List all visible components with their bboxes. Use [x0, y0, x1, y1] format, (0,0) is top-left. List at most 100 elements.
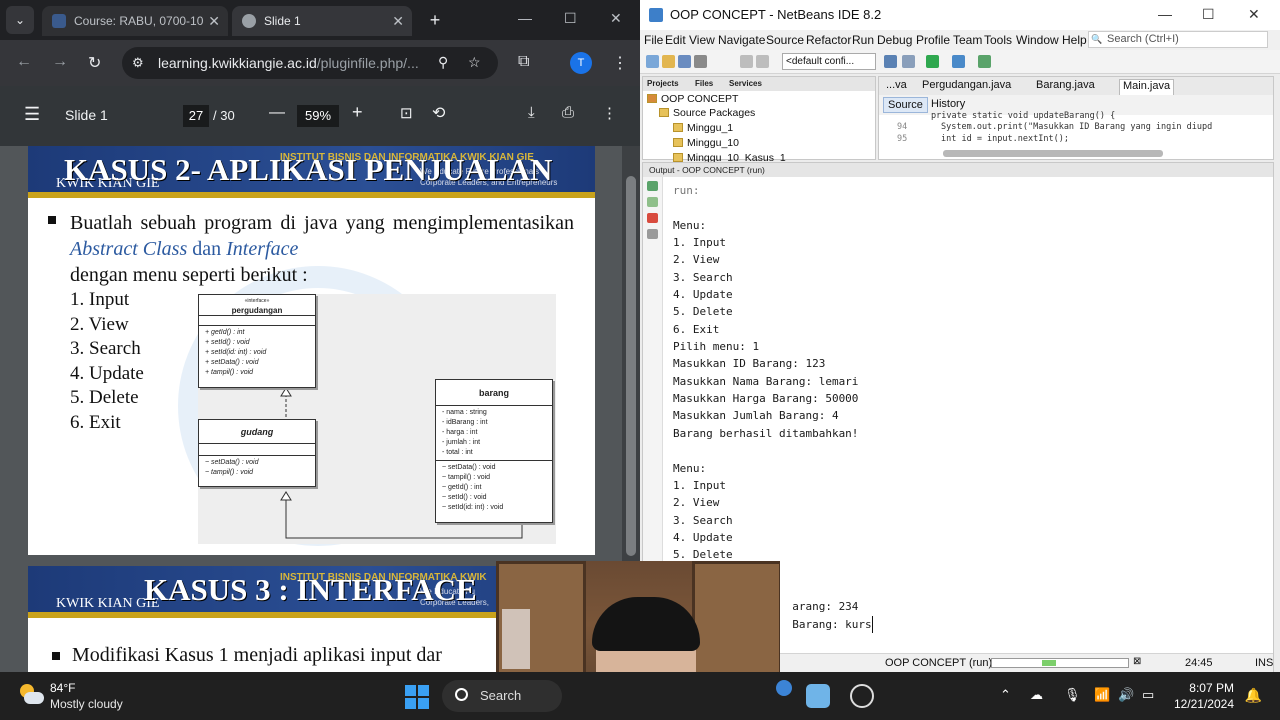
ide-search-input[interactable]: Search (Ctrl+I) [1088, 31, 1268, 48]
chrome-app-icon[interactable] [776, 680, 792, 696]
editor-tab-main[interactable]: Main.java [1119, 79, 1175, 95]
obs-app-icon[interactable] [850, 684, 874, 708]
page-number-input[interactable]: 27 [183, 105, 209, 127]
undo-icon[interactable] [740, 55, 753, 68]
cancel-task-icon[interactable]: ⊠ [1133, 656, 1141, 667]
browser-menu-dots-icon[interactable]: ⋮ [612, 53, 628, 73]
battery-icon[interactable]: ▭ [1142, 687, 1154, 703]
tab-slide[interactable]: Slide 1 ✕ [232, 6, 412, 36]
zoom-in-icon[interactable]: + [352, 102, 363, 123]
address-bar[interactable]: ⚙ learning.kwikkiangie.ac.id/pluginfile.… [122, 47, 498, 79]
menu-window[interactable]: Window [1016, 33, 1059, 47]
console-line: 5. Delete [673, 305, 733, 319]
menu-edit[interactable]: Edit [665, 33, 686, 47]
tree-node-package[interactable]: Minggu_10 [673, 137, 739, 149]
back-arrow-icon[interactable]: ← [16, 53, 32, 71]
menu-refactor[interactable]: Refactor [806, 33, 851, 47]
pdf-sidebar-menu-icon[interactable]: ☰ [24, 104, 40, 125]
scrollbar-thumb[interactable] [626, 176, 636, 556]
notification-bell-icon[interactable]: 🔔 [1245, 687, 1262, 704]
source-button[interactable]: Source [883, 97, 928, 113]
projects-panel-tabs: Projects Files Services [643, 77, 875, 91]
menu-source[interactable]: Source [766, 33, 804, 47]
close-tab-icon[interactable]: ✕ [392, 6, 404, 36]
start-windows-icon[interactable] [405, 685, 429, 709]
zoom-out-icon[interactable]: — [269, 104, 285, 122]
menu-profile[interactable]: Profile [916, 33, 950, 47]
editor-horizontal-scrollbar[interactable] [943, 150, 1163, 157]
build-hammer-icon[interactable] [884, 55, 897, 68]
code-area[interactable]: private static void updateBarang() { 94 … [879, 111, 1273, 145]
bookmark-star-icon[interactable]: ☆ [468, 54, 481, 71]
tab-course[interactable]: Course: RABU, 0700-10 ✕ [42, 6, 228, 36]
pdf-more-dots-icon[interactable]: ⋮ [602, 104, 617, 122]
extensions-puzzle-icon[interactable]: ⧉ [518, 53, 529, 71]
microphone-icon[interactable]: 🎙 [1064, 687, 1081, 703]
print-icon[interactable]: ⎙ [562, 104, 574, 121]
reload-icon[interactable]: ↻ [88, 53, 101, 73]
menu-debug[interactable]: Debug [877, 33, 912, 47]
rerun-different-icon[interactable] [647, 197, 658, 207]
close-window-icon[interactable]: ✕ [1248, 6, 1260, 23]
menu-file[interactable]: File [644, 33, 663, 47]
new-file-icon[interactable] [646, 55, 659, 68]
debug-icon[interactable] [952, 55, 965, 68]
tab-services[interactable]: Services [729, 79, 762, 88]
menu-navigate[interactable]: Navigate [718, 33, 765, 47]
minimize-icon[interactable]: — [1158, 6, 1172, 22]
chevron-up-icon[interactable]: ⌃ [1000, 687, 1011, 703]
volume-icon[interactable]: 🔊 [1118, 687, 1134, 703]
menu-run[interactable]: Run [852, 33, 874, 47]
menu-team[interactable]: Team [953, 33, 982, 47]
url-text: learning.kwikkiangie.ac.id/pluginfile.ph… [158, 55, 419, 71]
open-project-icon[interactable] [678, 55, 691, 68]
profile-avatar[interactable]: T [570, 52, 592, 74]
menu-view[interactable]: View [689, 33, 715, 47]
maximize-icon[interactable]: ☐ [1202, 6, 1215, 23]
clean-build-icon[interactable] [902, 55, 915, 68]
stop-icon[interactable] [647, 213, 658, 223]
redo-icon[interactable] [756, 55, 769, 68]
menu-help[interactable]: Help [1062, 33, 1087, 47]
editor-tab[interactable]: ...va [883, 79, 910, 95]
editor-tab-pergudangan[interactable]: Pergudangan.java [919, 79, 1014, 95]
caret-position: 24:45 [1185, 657, 1213, 669]
download-icon[interactable]: ⤓ [528, 104, 535, 121]
new-tab-plus-icon[interactable]: + [424, 9, 446, 31]
minimize-icon[interactable]: — [518, 10, 532, 26]
config-select[interactable]: <default confi... [782, 53, 876, 70]
cloud-sync-icon[interactable]: ☁ [1030, 687, 1043, 703]
new-project-icon[interactable] [662, 55, 675, 68]
profile-icon[interactable] [978, 55, 991, 68]
close-tab-icon[interactable]: ✕ [208, 6, 220, 36]
clock[interactable]: 8:07 PM 12/21/2024 [1174, 680, 1234, 712]
taskbar-search[interactable]: Search [442, 680, 562, 712]
tab-projects[interactable]: Projects [647, 79, 679, 88]
tab-search-chevron-icon[interactable]: ⌄ [6, 6, 34, 34]
settings-icon[interactable] [647, 229, 658, 239]
forward-arrow-icon[interactable]: → [52, 53, 68, 71]
save-all-icon[interactable] [694, 55, 707, 68]
tab-files[interactable]: Files [695, 79, 713, 88]
tree-node-package[interactable]: Minggu_1 [673, 122, 733, 134]
rotate-icon[interactable]: ⟲ [432, 103, 445, 123]
close-window-icon[interactable]: ✕ [610, 10, 622, 27]
coffee-cup-icon [647, 94, 657, 103]
zoom-level-input[interactable]: 59% [297, 105, 339, 127]
run-play-icon[interactable] [926, 55, 939, 68]
netbeans-app-icon[interactable] [806, 684, 830, 708]
weather-cloud-icon[interactable] [18, 684, 44, 706]
editor-tab-barang[interactable]: Barang.java [1033, 79, 1098, 95]
fit-page-icon[interactable]: ⊡ [400, 104, 413, 122]
site-settings-icon[interactable]: ⚙ [132, 55, 144, 71]
rerun-icon[interactable] [647, 181, 658, 191]
maximize-icon[interactable]: ☐ [564, 10, 577, 27]
output-tab[interactable]: Output - OOP CONCEPT (run) [643, 163, 1273, 177]
menu-tools[interactable]: Tools [984, 33, 1012, 47]
tree-node-project[interactable]: OOP CONCEPT [647, 93, 738, 105]
wifi-icon[interactable]: 📶 [1094, 687, 1110, 703]
tree-node-source-packages[interactable]: Source Packages [659, 107, 755, 119]
insert-mode: INS [1255, 657, 1274, 669]
zoom-magnifier-icon[interactable]: ⚲ [438, 54, 448, 71]
